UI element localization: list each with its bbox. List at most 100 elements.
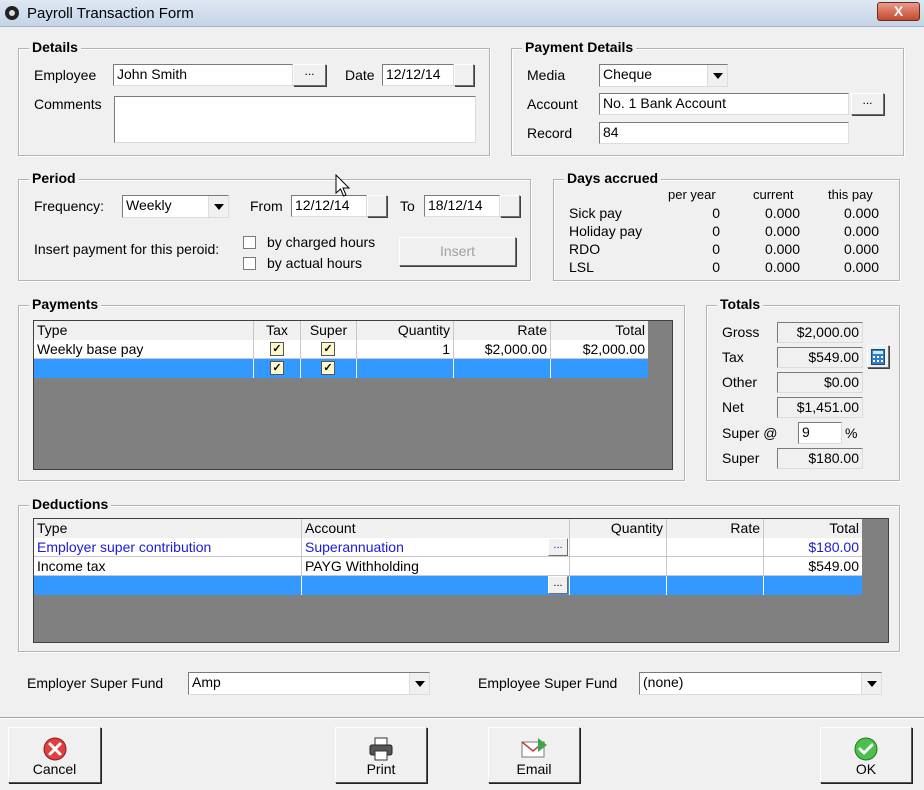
type-cell[interactable]: Income tax [34,557,302,576]
type-cell[interactable]: Employer super contribution [34,538,302,557]
account-browse-button[interactable]: ... [548,576,568,594]
frequency-select[interactable]: Weekly [122,195,229,218]
total-cell[interactable] [551,359,648,378]
tax-cell[interactable]: ✓ [254,359,301,378]
cancel-button[interactable]: Cancel [8,727,101,783]
to-label: To [400,198,415,214]
media-label: Media [527,67,566,83]
employer-super-fund-value: Amp [192,674,221,690]
employee-field[interactable]: John Smith [113,64,293,86]
col-total-header: Total [829,520,859,536]
account-browse-button[interactable]: ... [851,93,884,115]
employee-super-fund-select[interactable]: (none) [639,672,882,695]
by-charged-hours-checkbox[interactable] [243,236,256,249]
table-row[interactable]: Weekly base pay ✓ ✓ 1 $2,000.00 $2,000.0… [34,340,648,359]
super-checkbox[interactable]: ✓ [321,361,335,375]
to-date-field[interactable]: 18/12/14 [424,195,500,217]
quantity-cell[interactable] [570,538,667,557]
rate-cell[interactable] [667,576,764,595]
chevron-down-icon[interactable] [861,673,881,694]
quantity-cell[interactable] [570,576,667,595]
ok-button[interactable]: OK [820,727,912,783]
this-pay-value: 0.000 [843,241,879,257]
super-at-label: Super @ [722,425,778,441]
payments-grid[interactable]: Type Tax Super Quantity Rate Total Weekl… [33,320,673,470]
percent-sign: % [845,425,858,441]
days-accrued-legend: Days accrued [564,170,662,186]
account-label: Account [527,96,578,112]
total-cell[interactable]: $549.00 [764,557,862,576]
media-select[interactable]: Cheque [599,64,728,87]
total-cell[interactable]: $180.00 [764,538,862,557]
rate-cell[interactable] [667,538,764,557]
chevron-down-icon[interactable] [409,673,429,694]
other-value: $0.00 [777,372,863,393]
days-row-label: Sick pay [569,205,622,221]
days-row-label: LSL [569,259,594,275]
account-cell[interactable]: PAYG Withholding [302,557,570,576]
this-pay-value: 0.000 [843,205,879,221]
frequency-label: Frequency: [34,198,105,214]
table-row-new[interactable]: ✓ ✓ [34,359,648,378]
insert-button[interactable]: Insert [399,237,516,266]
col-type-header: Type [34,321,254,340]
super-checkbox[interactable]: ✓ [321,342,335,356]
deductions-legend: Deductions [29,496,112,512]
account-cell[interactable]: ... [302,576,570,595]
payment-details-legend: Payment Details [522,39,637,55]
col-rate-header: Rate [454,321,551,340]
total-cell[interactable] [764,576,862,595]
tax-checkbox[interactable]: ✓ [270,361,284,375]
account-browse-button[interactable]: ... [548,538,568,556]
calculator-button[interactable] [867,345,889,368]
this-pay-value: 0.000 [843,259,879,275]
rate-cell[interactable] [454,359,551,378]
account-field[interactable]: No. 1 Bank Account [599,93,849,115]
tax-value: $549.00 [777,347,863,368]
record-field[interactable]: 84 [599,122,849,144]
employee-browse-button[interactable]: ... [293,64,326,86]
rate-cell[interactable] [667,557,764,576]
col-rate-header: Rate [667,519,764,538]
col-quantity-header: Quantity [570,519,667,538]
current-value: 0.000 [764,241,800,257]
total-cell[interactable]: $2,000.00 [551,340,648,359]
email-label: Email [516,761,552,777]
table-row[interactable]: Income tax PAYG Withholding $549.00 [34,557,862,576]
cancel-label: Cancel [32,761,77,777]
chevron-down-icon[interactable] [208,196,228,217]
employee-super-fund-value: (none) [643,674,684,690]
type-cell[interactable] [34,576,302,595]
rate-cell[interactable]: $2,000.00 [454,340,551,359]
table-row-new[interactable]: ... [34,576,862,595]
per-year-value: 0 [712,205,720,221]
type-cell[interactable]: Weekly base pay [34,340,254,359]
tax-checkbox[interactable]: ✓ [270,342,284,356]
super-percent-field[interactable]: 9 [798,422,842,444]
table-row[interactable]: Employer super contribution Superannuati… [34,538,862,557]
gross-value: $2,000.00 [777,322,863,343]
deductions-grid[interactable]: Type Account Quantity Rate Total Employe… [33,518,889,643]
date-picker-button[interactable] [454,64,474,86]
by-actual-hours-checkbox[interactable] [243,257,256,270]
employer-super-fund-select[interactable]: Amp [188,672,430,695]
date-field[interactable]: 12/12/14 [382,64,454,86]
payments-header-row: Type Tax Super Quantity Rate Total [34,321,648,340]
super-cell[interactable]: ✓ [301,359,357,378]
quantity-cell[interactable] [570,557,667,576]
super-cell[interactable]: ✓ [301,340,357,359]
chevron-down-icon[interactable] [707,65,727,86]
tax-cell[interactable]: ✓ [254,340,301,359]
to-date-picker-button[interactable] [500,195,520,217]
quantity-cell[interactable] [357,359,454,378]
close-button[interactable]: X [877,2,920,21]
type-cell[interactable] [34,359,254,378]
email-button[interactable]: Email [488,727,580,783]
print-button[interactable]: Print [335,727,427,783]
from-date-field[interactable]: 12/12/14 [291,195,367,217]
quantity-cell[interactable]: 1 [357,340,454,359]
account-cell[interactable]: Superannuation... [302,538,570,557]
footer-divider [0,717,924,719]
comments-textarea[interactable] [114,96,476,143]
from-date-picker-button[interactable] [367,195,387,217]
